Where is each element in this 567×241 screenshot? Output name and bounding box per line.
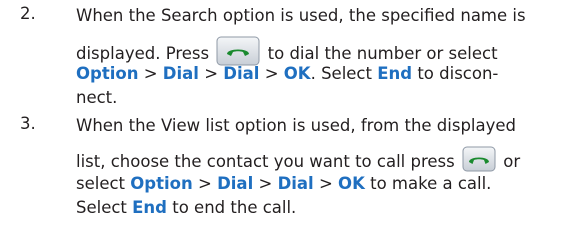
step-text-line: list, choose the contact you want to cal… [76,146,520,174]
dial-keyword: Dial [162,64,199,83]
call-button-icon [462,146,496,172]
step-number: 2. [20,4,36,23]
option-keyword: Option [76,64,139,83]
dial-keyword: Dial [217,174,254,193]
step-text-line: nect. [76,88,118,107]
step-text-line: When the Search option is used, the spec… [76,6,526,25]
ok-keyword: OK [283,64,311,83]
step-text-line: Select End to end the call. [76,198,297,217]
option-keyword: Option [130,174,193,193]
ok-keyword: OK [338,174,365,193]
step-text-line: Option > Dial > Dial > OK. Select End to… [76,64,499,83]
step-text-line: When the View list option is used, from … [76,116,517,135]
step-text-line: select Option > Dial > Dial > OK to make… [76,174,492,193]
dial-keyword: Dial [277,174,314,193]
end-keyword: End [132,198,167,217]
step-number: 3. [20,114,36,133]
dial-keyword: Dial [223,64,260,83]
end-keyword: End [377,64,413,83]
